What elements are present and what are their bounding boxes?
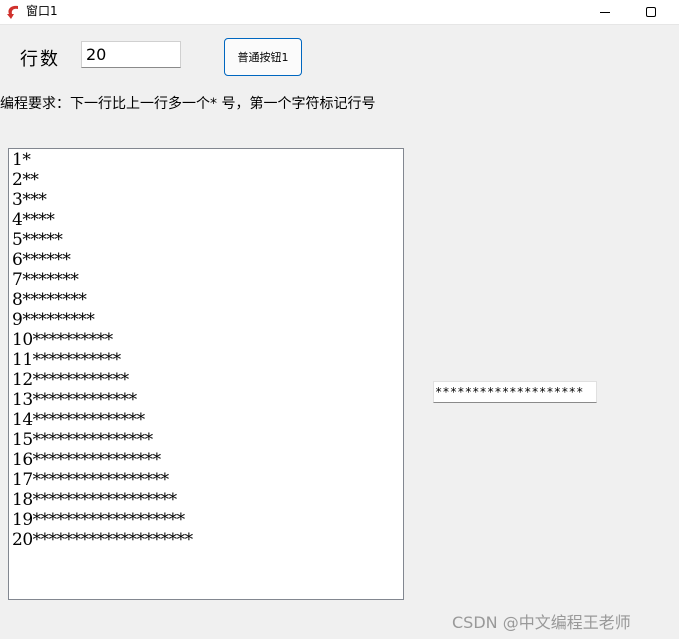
- output-line[interactable]: 3***: [12, 190, 403, 210]
- output-line[interactable]: 12************: [12, 370, 403, 390]
- output-line[interactable]: 17*****************: [12, 470, 403, 490]
- maximize-icon[interactable]: [628, 0, 674, 24]
- output-line[interactable]: 7*******: [12, 270, 403, 290]
- output-line[interactable]: 14**************: [12, 410, 403, 430]
- output-line[interactable]: 5*****: [12, 230, 403, 250]
- output-line[interactable]: 2**: [12, 170, 403, 190]
- output-line[interactable]: 19*******************: [12, 510, 403, 530]
- row-count-input[interactable]: [81, 41, 181, 68]
- output-line[interactable]: 18******************: [12, 490, 403, 510]
- output-line[interactable]: 9*********: [12, 310, 403, 330]
- watermark-text: CSDN @中文编程王老师: [452, 613, 631, 632]
- output-line[interactable]: 10**********: [12, 330, 403, 350]
- output-listbox[interactable]: 1* 2** 3*** 4**** 5***** 6****** 7******* 8****…: [8, 148, 404, 600]
- normal-button-1[interactable]: 普通按钮1: [224, 38, 302, 76]
- output-line[interactable]: 4****: [12, 210, 403, 230]
- row-count-label: 行数: [20, 49, 60, 70]
- output-line[interactable]: 1*: [12, 150, 403, 170]
- minimize-icon[interactable]: [582, 0, 628, 24]
- app-arrow-icon: [4, 2, 24, 22]
- output-line[interactable]: 15***************: [12, 430, 403, 450]
- output-line[interactable]: 20********************: [12, 530, 403, 550]
- title-bar: 窗口1: [0, 0, 679, 25]
- output-line[interactable]: 8********: [12, 290, 403, 310]
- output-line[interactable]: 13*************: [12, 390, 403, 410]
- output-line[interactable]: 6******: [12, 250, 403, 270]
- window-title: 窗口1: [26, 4, 58, 18]
- requirement-text: 编程要求：下一行比上一行多一个* 号，第一个字符标记行号: [0, 96, 376, 112]
- stars-text-field[interactable]: ********************: [433, 381, 597, 403]
- output-line[interactable]: 11***********: [12, 350, 403, 370]
- output-line[interactable]: 16****************: [12, 450, 403, 470]
